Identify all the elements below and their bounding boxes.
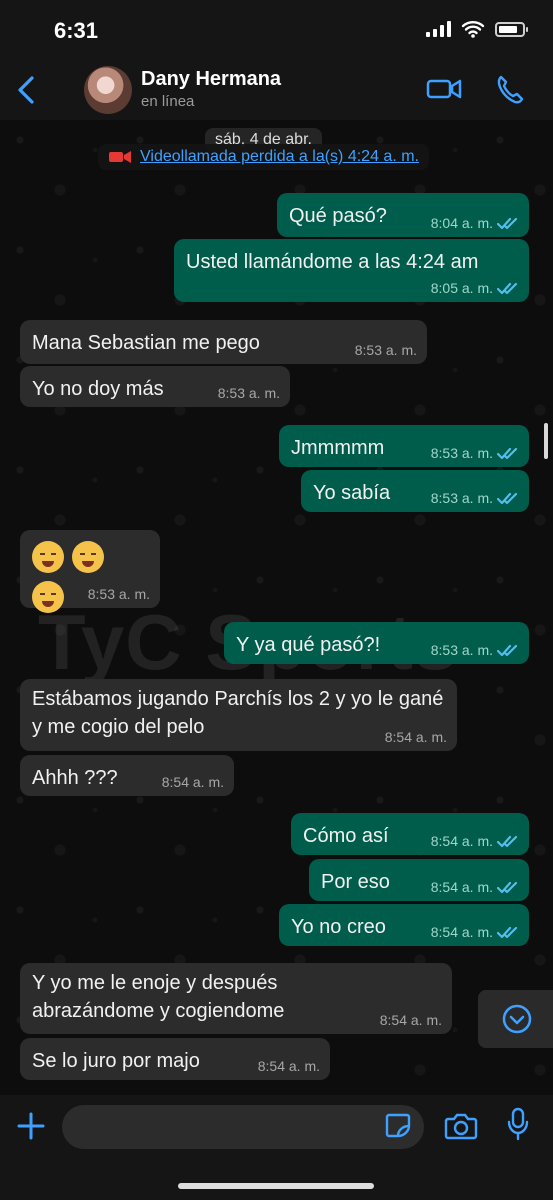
- message-time: 8:54 a. m.: [257, 1058, 320, 1074]
- sticker-icon[interactable]: [384, 1111, 412, 1139]
- scroll-indicator: [544, 423, 548, 459]
- video-call-icon[interactable]: [425, 74, 463, 104]
- emoji-message: [32, 539, 148, 621]
- message-composer: [0, 1095, 553, 1200]
- message-bubble[interactable]: Usted llamándome a las 4:24 am 8:05 a. m…: [174, 239, 529, 302]
- message-bubble[interactable]: Qué pasó? 8:04 a. m.: [277, 193, 529, 237]
- phone-call-icon[interactable]: [494, 72, 524, 106]
- message-bubble[interactable]: Jmmmmm 8:53 a. m.: [279, 425, 529, 467]
- message-bubble[interactable]: Por eso 8:54 a. m.: [309, 859, 529, 901]
- message-bubble[interactable]: Mana Sebastian me pego 8:53 a. m.: [20, 320, 427, 364]
- read-ticks-icon: [497, 447, 518, 460]
- message-bubble[interactable]: Yo no creo 8:54 a. m.: [279, 904, 529, 946]
- message-time: 8:54 a. m.: [430, 879, 493, 895]
- message-time: 8:04 a. m.: [430, 215, 493, 231]
- message-time: 8:54 a. m.: [430, 924, 493, 940]
- message-time: 8:05 a. m.: [430, 280, 493, 296]
- message-text: Usted llamándome a las 4:24 am: [186, 251, 479, 273]
- message-bubble[interactable]: Yo sabía 8:53 a. m.: [301, 470, 529, 512]
- message-time: 8:53 a. m.: [430, 490, 493, 506]
- chat-header: Dany Hermana en línea: [0, 60, 553, 120]
- message-bubble[interactable]: Y yo me le enoje y después abrazándome y…: [20, 963, 452, 1034]
- message-bubble[interactable]: Y ya qué pasó?! 8:53 a. m.: [224, 622, 529, 664]
- message-time: 8:53 a. m.: [87, 586, 150, 602]
- message-bubble[interactable]: Se lo juro por majo 8:54 a. m.: [20, 1038, 330, 1080]
- signal-icon: [426, 21, 451, 37]
- home-indicator: [178, 1183, 374, 1189]
- message-time: 8:54 a. m.: [161, 774, 224, 790]
- crying-face-icon: [32, 581, 64, 613]
- read-ticks-icon: [497, 881, 518, 894]
- message-bubble[interactable]: Estábamos jugando Parchís los 2 y yo le …: [20, 679, 457, 751]
- message-time: 8:54 a. m.: [384, 729, 447, 745]
- wifi-icon: [461, 21, 485, 38]
- status-bar: 6:31: [0, 0, 553, 60]
- read-ticks-icon: [497, 217, 518, 230]
- message-bubble[interactable]: Yo no doy más 8:53 a. m.: [20, 366, 290, 407]
- crying-face-icon: [72, 541, 104, 573]
- scroll-down-button[interactable]: [478, 990, 553, 1048]
- message-text: Y yo me le enoje y después abrazándome y…: [32, 972, 285, 1022]
- microphone-icon[interactable]: [506, 1107, 530, 1141]
- message-bubble[interactable]: 8:53 a. m.: [20, 530, 160, 613]
- read-ticks-icon: [497, 835, 518, 848]
- message-time: 8:53 a. m.: [430, 642, 493, 658]
- status-icons: [426, 20, 528, 38]
- message-time: 8:54 a. m.: [379, 1012, 442, 1028]
- missed-call-banner[interactable]: Videollamada perdida a la(s) 4:24 a. m.: [98, 144, 429, 170]
- message-bubble[interactable]: Cómo así 8:54 a. m.: [291, 813, 529, 855]
- read-ticks-icon: [497, 492, 518, 505]
- read-ticks-icon: [497, 282, 518, 295]
- plus-icon[interactable]: [15, 1110, 47, 1142]
- message-time: 8:54 a. m.: [430, 833, 493, 849]
- crying-face-icon: [32, 541, 64, 573]
- contact-status: en línea: [141, 93, 195, 110]
- message-input[interactable]: [62, 1105, 424, 1149]
- battery-icon: [495, 21, 528, 37]
- message-time: 8:53 a. m.: [217, 385, 280, 401]
- contact-name[interactable]: Dany Hermana: [141, 68, 281, 91]
- status-time: 6:31: [54, 18, 99, 43]
- missed-call-text[interactable]: Videollamada perdida a la(s) 4:24 a. m.: [140, 148, 419, 166]
- message-bubble[interactable]: Ahhh ??? 8:54 a. m.: [20, 755, 234, 796]
- read-ticks-icon: [497, 926, 518, 939]
- message-time: 8:53 a. m.: [354, 342, 417, 358]
- back-arrow-icon[interactable]: [12, 72, 42, 108]
- avatar[interactable]: [84, 66, 132, 114]
- message-time: 8:53 a. m.: [430, 445, 493, 461]
- camera-icon[interactable]: [444, 1111, 478, 1141]
- read-ticks-icon: [497, 644, 518, 657]
- chevron-down-icon: [502, 1004, 532, 1034]
- missed-video-call-icon: [109, 151, 131, 163]
